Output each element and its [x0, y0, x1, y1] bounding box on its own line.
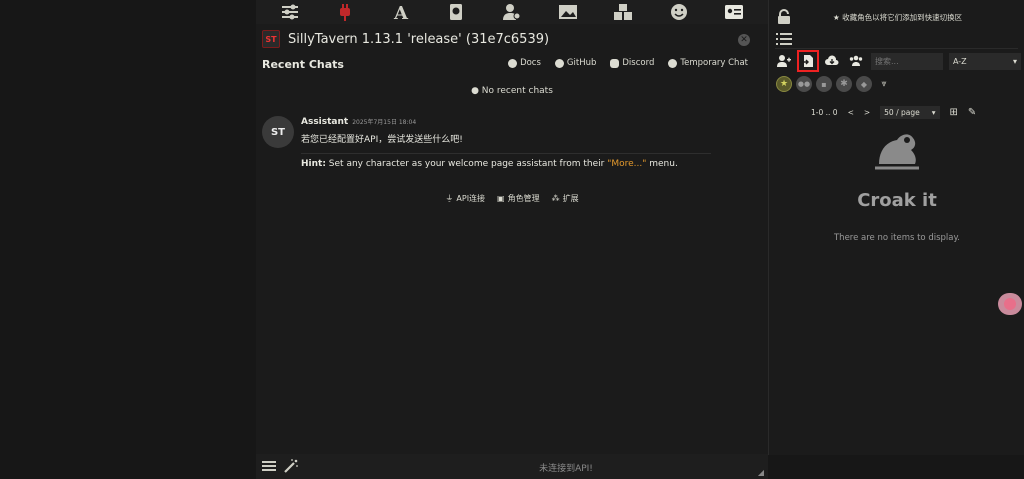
message-timestamp: 2025年7月15日 18:04 — [352, 119, 417, 126]
welcome-links: Docs GitHub Discord Temporary Chat — [504, 56, 752, 70]
create-character-button[interactable] — [775, 52, 793, 70]
floating-extension-button[interactable] — [998, 293, 1022, 315]
import-from-cloud-button[interactable] — [823, 52, 841, 70]
resize-handle-icon[interactable]: ◢ — [758, 468, 764, 477]
empty-state-text: There are no items to display. — [833, 233, 961, 243]
docs-link[interactable]: Docs — [504, 56, 545, 70]
extensions-shortcut[interactable]: ⁂ 扩展 — [552, 193, 579, 204]
image-icon[interactable] — [557, 1, 579, 23]
more-link[interactable]: "More..." — [607, 159, 646, 169]
empty-state-title: Croak it — [857, 190, 937, 211]
user-plus-icon — [777, 55, 791, 67]
edit-icon[interactable]: ✎ — [968, 107, 976, 118]
plug-icon: ⏚ — [445, 194, 454, 203]
app-title: SillyTavern 1.13.1 'release' (31e7c6539) — [288, 31, 550, 47]
avatar-icon — [1004, 298, 1016, 310]
github-link[interactable]: GitHub — [551, 56, 600, 70]
chat-panel: ST SillyTavern 1.13.1 'release' (31e7c65… — [256, 24, 768, 454]
folder-icon[interactable]: ▪ — [816, 76, 832, 92]
svg-text:A: A — [393, 3, 409, 22]
cubes-icon[interactable] — [612, 1, 634, 23]
close-icon[interactable]: ✕ — [738, 34, 750, 46]
welcome-shortcuts: ⏚ API连接 ▣ 角色管理 ⁂ 扩展 — [256, 193, 768, 204]
top-nav-bar: A — [256, 0, 768, 24]
chat-input-bar: 未连接到API! ◢ — [256, 454, 768, 479]
discord-icon — [610, 58, 620, 68]
comment-icon: ● — [471, 86, 482, 96]
chevron-down-icon: ▾ — [931, 108, 936, 117]
file-import-icon — [802, 55, 813, 67]
character-toolbar: A-Z▾ — [775, 50, 1021, 72]
prev-page-button[interactable]: < — [848, 108, 854, 117]
temporary-chat-link[interactable]: Temporary Chat — [664, 56, 752, 70]
message-body: Assistant 2025年7月15日 18:04 若您已经配置好API，尝试发… — [301, 117, 711, 169]
users-filter-icon[interactable]: ●● — [796, 76, 812, 92]
book-icon[interactable] — [445, 1, 467, 23]
cloud-download-icon — [825, 55, 839, 65]
api-connection-shortcut[interactable]: ⏚ API连接 — [445, 193, 485, 204]
recent-chats-title: Recent Chats — [262, 58, 344, 71]
character-management-shortcut[interactable]: ▣ 角色管理 — [497, 193, 540, 204]
next-page-button[interactable]: > — [864, 108, 870, 117]
create-group-button[interactable] — [847, 52, 865, 70]
sliders-icon[interactable] — [279, 1, 301, 23]
frog-icon — [873, 130, 921, 174]
welcome-header: ST SillyTavern 1.13.1 'release' (31e7c65… — [262, 30, 549, 48]
avatar[interactable]: ST — [262, 116, 294, 148]
cubes-icon: ⁂ — [551, 194, 560, 203]
pagination: 1-0 .. 0 < > 50 / page ▾ ⊞ ✎ — [811, 106, 976, 119]
character-panel: ★ 收藏角色以将它们添加到快速切换区 A-Z▾ ★ ●● ▪ ✱ ◆ ⩔ 1-0… — [768, 0, 1024, 455]
discord-link[interactable]: Discord — [606, 56, 658, 70]
font-icon[interactable]: A — [390, 1, 412, 23]
star-icon[interactable]: ★ — [776, 76, 792, 92]
message-text: 若您已经配置好API，尝试发送些什么吧! — [301, 135, 463, 145]
character-search-input[interactable] — [871, 52, 943, 70]
divider — [775, 48, 1018, 49]
tags-icon[interactable]: ◆ — [856, 76, 872, 92]
no-recent-chats: ● No recent chats — [471, 86, 553, 96]
app-logo: ST — [262, 30, 280, 48]
tag-filters: ★ ●● ▪ ✱ ◆ ⩔ — [776, 76, 892, 92]
smile-icon[interactable] — [668, 1, 690, 23]
favorites-hint: ★ 收藏角色以将它们添加到快速切换区 — [833, 13, 963, 22]
gear-icon[interactable]: ✱ — [836, 76, 852, 92]
lock-icon[interactable] — [777, 9, 791, 29]
id-card-icon[interactable] — [723, 1, 745, 23]
grid-view-icon[interactable]: ⊞ — [950, 107, 958, 118]
page-range: 1-0 .. 0 — [811, 108, 838, 117]
users-icon — [849, 55, 863, 66]
per-page-select[interactable]: 50 / page ▾ — [880, 106, 940, 119]
sort-select[interactable]: A-Z ▾ — [949, 52, 1021, 70]
user-cog-icon[interactable] — [501, 1, 523, 23]
message-author: Assistant 2025年7月15日 18:04 — [301, 117, 417, 127]
github-icon — [554, 58, 564, 68]
comment-icon — [668, 58, 678, 68]
hint-text: Hint: Set any character as your welcome … — [301, 153, 711, 169]
chevron-down-icon: ▾ — [1012, 56, 1017, 66]
filter-clear-icon[interactable]: ⩔ — [876, 76, 892, 92]
question-circle-icon — [508, 58, 518, 68]
connection-status: 未连接到API! — [539, 464, 593, 474]
plug-icon[interactable] — [334, 1, 356, 23]
import-character-button[interactable] — [797, 50, 819, 72]
id-card-icon: ▣ — [497, 194, 505, 203]
